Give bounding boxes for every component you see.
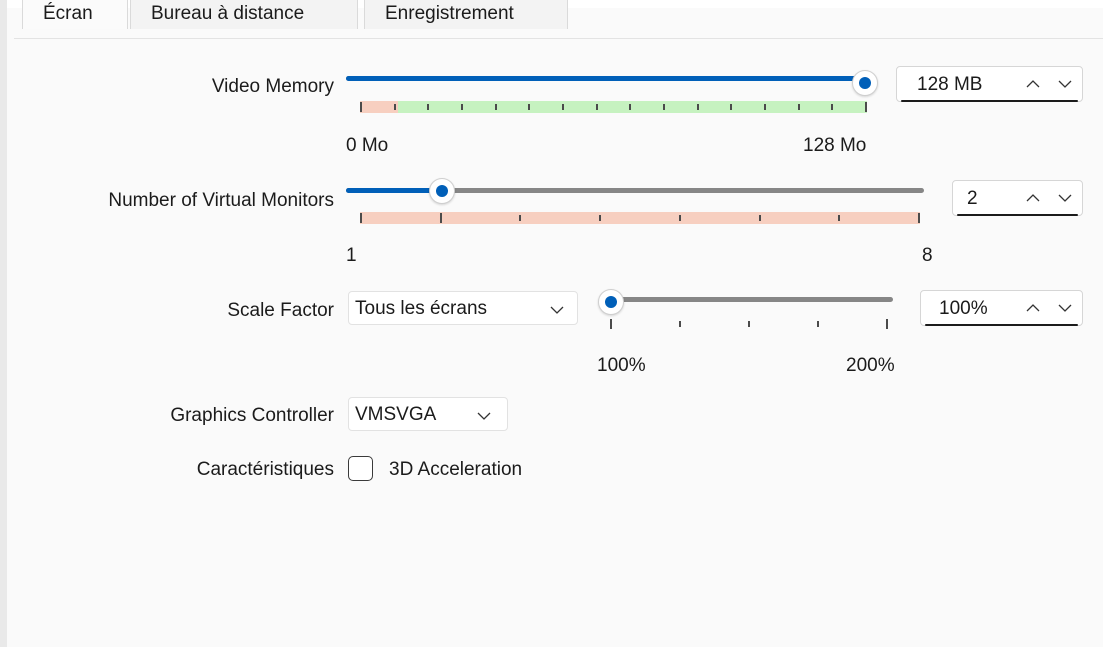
tick (439, 213, 442, 223)
scale-min-label: 100% (597, 355, 646, 376)
tick (494, 104, 497, 110)
chevron-down-icon[interactable] (1058, 79, 1072, 89)
video-memory-min-label: 0 Mo (346, 135, 389, 156)
tick (696, 104, 699, 110)
video-memory-slider-thumb[interactable] (852, 70, 878, 96)
tick (763, 104, 766, 110)
tick (817, 321, 819, 327)
slider-track (606, 297, 893, 302)
tick (610, 319, 612, 329)
monitors-ticks (360, 212, 920, 224)
tick (864, 102, 867, 112)
chevron-up-icon[interactable] (1026, 193, 1040, 203)
graphics-controller-select[interactable]: VMSVGA (348, 397, 508, 431)
scale-slider-thumb[interactable] (598, 289, 624, 315)
graphics-controller-label: Graphics Controller (170, 405, 334, 426)
tick (838, 215, 841, 221)
video-memory-label: Video Memory (211, 76, 334, 97)
video-memory-max-label: 128 Mo (803, 135, 867, 156)
scale-spinbox[interactable]: 100% (920, 290, 1083, 326)
tick (831, 104, 834, 110)
3d-acceleration-label[interactable]: 3D Acceleration (389, 459, 522, 481)
scale-slider[interactable] (606, 297, 893, 302)
tick (427, 104, 430, 110)
tick (886, 319, 888, 329)
tab-bar-divider (14, 38, 1103, 39)
tick (460, 104, 463, 110)
select-value: VMSVGA (355, 404, 437, 425)
tick (599, 215, 602, 221)
chevron-down-icon[interactable] (1058, 303, 1072, 313)
tick (595, 104, 598, 110)
monitors-spinbox[interactable]: 2 (952, 180, 1083, 216)
chevron-down-icon[interactable] (1058, 193, 1072, 203)
tick (748, 321, 750, 327)
spinbox-value: 2 (967, 188, 978, 209)
tab-label: Enregistrement (385, 3, 514, 24)
slider-fill (346, 76, 871, 81)
tick (519, 215, 522, 221)
video-memory-ticks (360, 101, 867, 113)
video-memory-spinbox[interactable]: 128 MB (896, 66, 1083, 102)
tick (797, 104, 800, 110)
scale-screen-select[interactable]: Tous les écrans (348, 291, 578, 325)
3d-acceleration-checkbox[interactable] (348, 456, 373, 481)
tick (360, 102, 362, 112)
chevron-down-icon (477, 412, 491, 420)
video-memory-slider[interactable] (346, 76, 871, 81)
tick (629, 104, 632, 110)
tab-label: Écran (43, 3, 93, 24)
tick (528, 104, 531, 110)
monitors-max-label: 8 (922, 245, 933, 266)
slider-fill (346, 188, 441, 193)
features-label: Caractéristiques (196, 459, 334, 480)
tick (561, 104, 564, 110)
spinbox-value: 128 MB (917, 74, 983, 95)
chevron-up-icon[interactable] (1026, 79, 1040, 89)
tick (730, 104, 733, 110)
spinbox-value: 100% (939, 298, 988, 319)
tick (393, 104, 396, 110)
tick (360, 213, 362, 223)
tab-ecran[interactable]: Écran (22, 0, 128, 29)
scale-max-label: 200% (846, 355, 895, 376)
monitors-label: Number of Virtual Monitors (108, 190, 334, 211)
monitors-slider-thumb[interactable] (429, 178, 455, 204)
tick (679, 321, 681, 327)
tab-label: Bureau à distance (151, 3, 305, 24)
tab-enregistrement[interactable]: Enregistrement (364, 0, 568, 29)
monitors-min-label: 1 (346, 245, 357, 266)
scale-factor-label: Scale Factor (227, 300, 334, 321)
select-value: Tous les écrans (355, 298, 488, 319)
tick (678, 215, 681, 221)
tick (917, 213, 920, 223)
chevron-up-icon[interactable] (1026, 303, 1040, 313)
chevron-down-icon (550, 306, 564, 314)
panel-left-edge (0, 0, 7, 647)
tab-bureau-a-distance[interactable]: Bureau à distance (130, 0, 358, 29)
tick (758, 215, 761, 221)
tick (662, 104, 665, 110)
scale-ticks (610, 318, 888, 330)
